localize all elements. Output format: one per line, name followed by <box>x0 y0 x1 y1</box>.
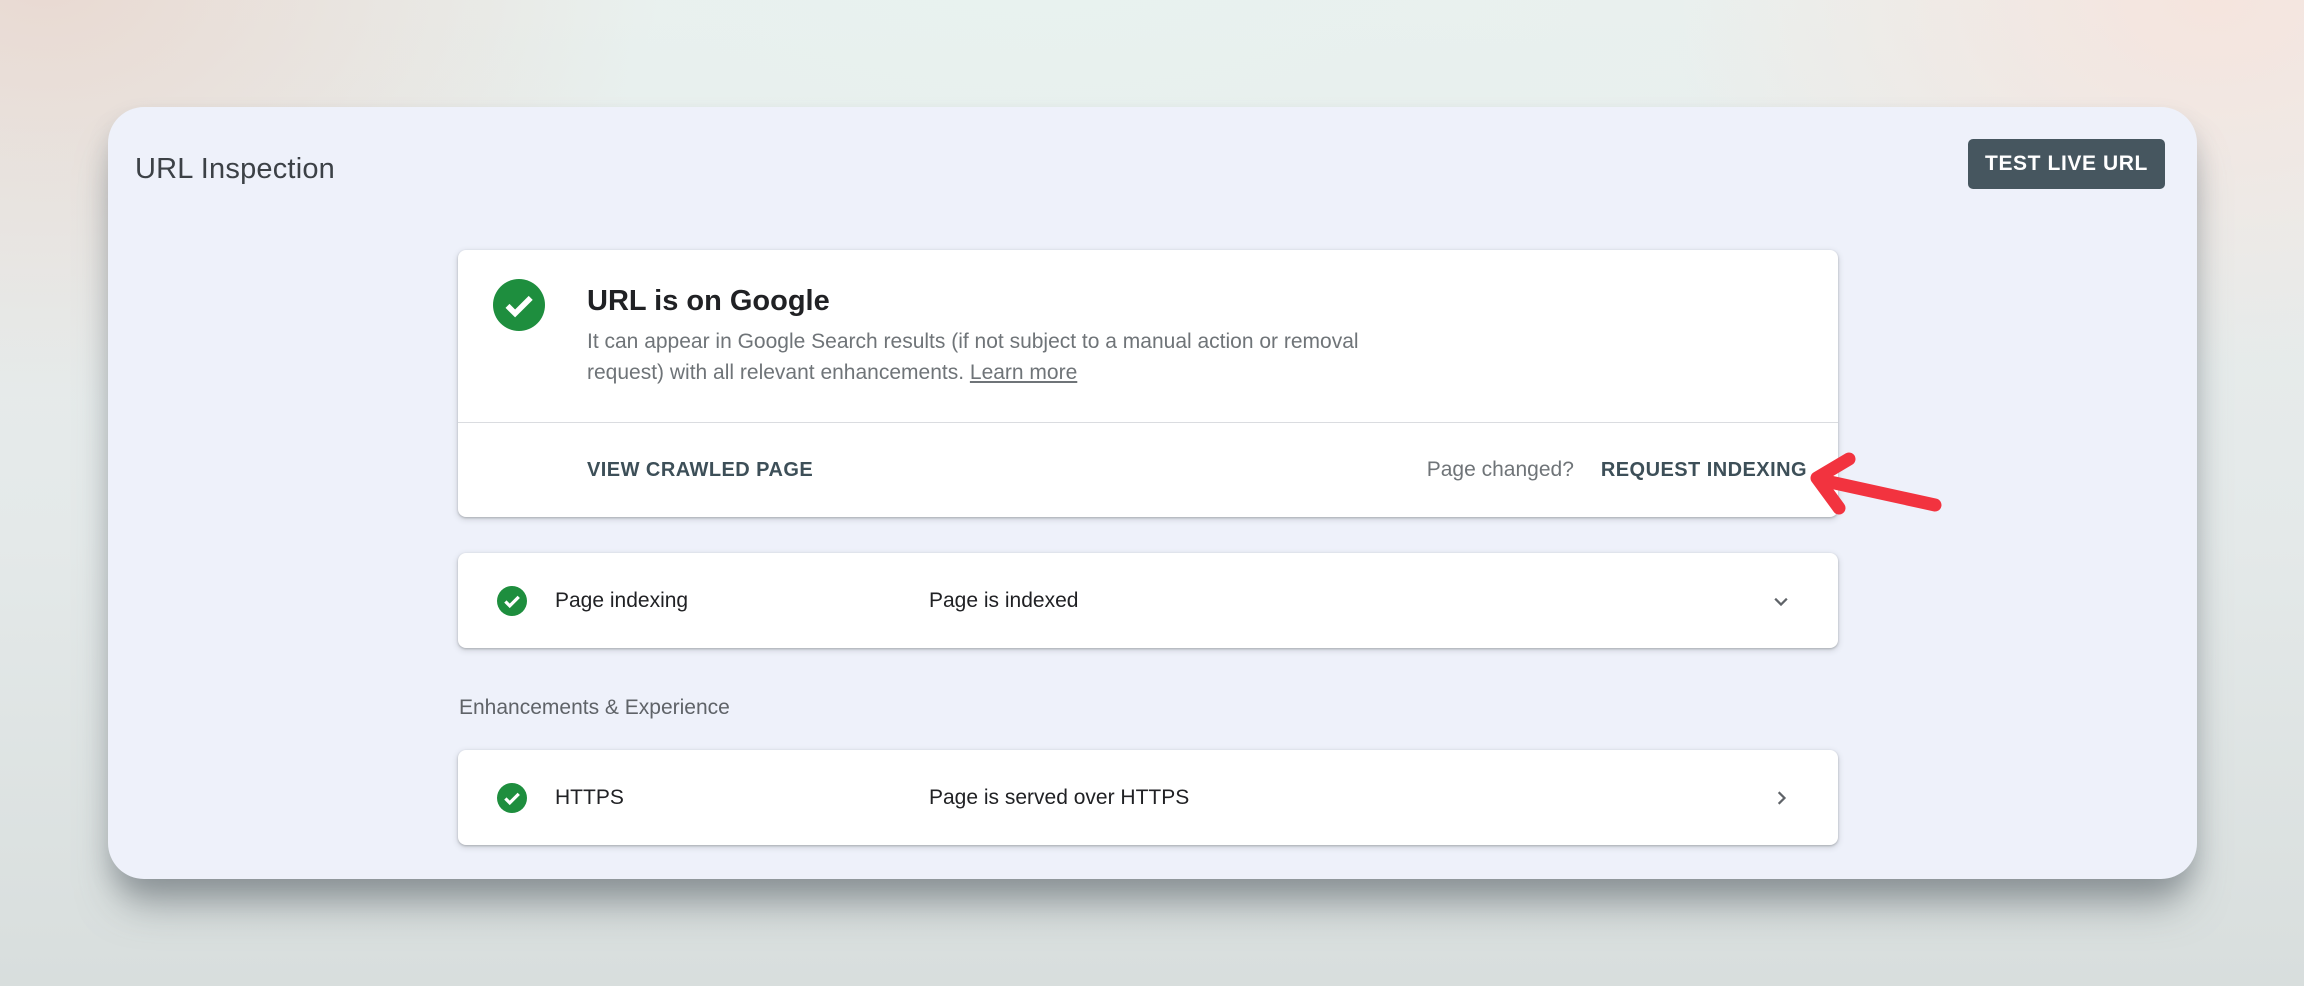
url-inspection-screen: URL Inspection TEST LIVE URL URL is on G… <box>0 0 2304 986</box>
row-status: Page is indexed <box>929 589 1767 613</box>
chevron-down-icon[interactable] <box>1767 587 1795 615</box>
request-indexing-link[interactable]: REQUEST INDEXING <box>1601 459 1807 482</box>
learn-more-link[interactable]: Learn more <box>970 361 1077 384</box>
url-inspection-panel: URL Inspection TEST LIVE URL URL is on G… <box>108 107 2197 879</box>
test-live-url-label: TEST LIVE URL <box>1985 152 2148 176</box>
enhancements-section-heading: Enhancements & Experience <box>459 694 730 722</box>
page-indexing-row[interactable]: Page indexing Page is indexed <box>458 553 1838 648</box>
check-circle-icon <box>493 279 545 331</box>
row-status: Page is served over HTTPS <box>929 786 1767 810</box>
verdict-body: URL is on Google It can appear in Google… <box>458 250 1838 421</box>
verdict-card: URL is on Google It can appear in Google… <box>458 250 1838 517</box>
page-title: URL Inspection <box>135 152 335 186</box>
verdict-actions-right: Page changed? REQUEST INDEXING <box>1427 458 1807 482</box>
check-circle-icon <box>497 586 527 616</box>
verdict-title: URL is on Google <box>587 283 1447 319</box>
check-circle-icon <box>497 783 527 813</box>
verdict-description: It can appear in Google Search results (… <box>587 326 1432 388</box>
https-row[interactable]: HTTPS Page is served over HTTPS <box>458 750 1838 845</box>
chevron-right-icon[interactable] <box>1767 784 1795 812</box>
row-label: HTTPS <box>555 786 929 810</box>
view-crawled-page-link[interactable]: VIEW CRAWLED PAGE <box>587 459 813 482</box>
row-label: Page indexing <box>555 589 929 613</box>
verdict-text: URL is on Google It can appear in Google… <box>587 283 1447 388</box>
page-changed-label: Page changed? <box>1427 458 1574 482</box>
test-live-url-button[interactable]: TEST LIVE URL <box>1968 139 2165 189</box>
verdict-actions-bar: VIEW CRAWLED PAGE Page changed? REQUEST … <box>458 422 1838 517</box>
